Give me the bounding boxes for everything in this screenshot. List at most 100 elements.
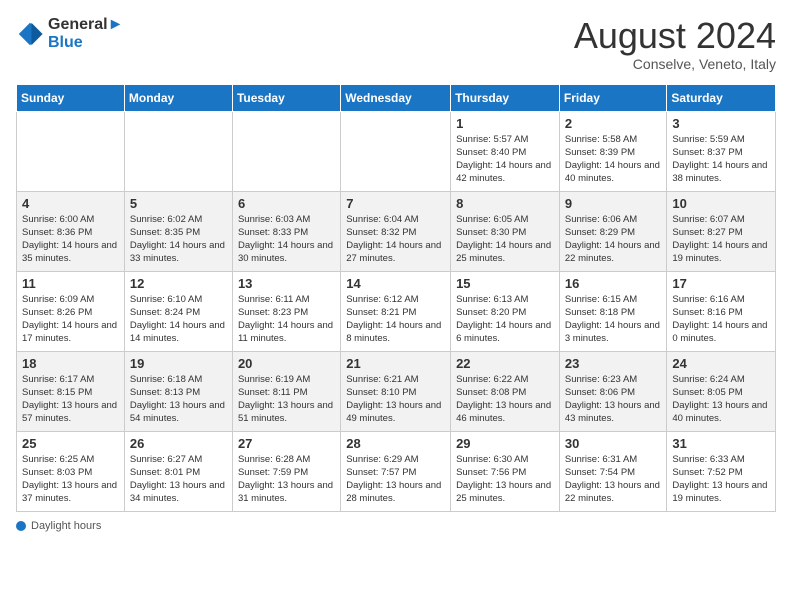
day-info: Sunrise: 6:16 AM Sunset: 8:16 PM Dayligh… bbox=[672, 293, 770, 346]
day-info: Sunrise: 5:59 AM Sunset: 8:37 PM Dayligh… bbox=[672, 133, 770, 186]
day-number: 19 bbox=[130, 356, 227, 371]
day-info: Sunrise: 6:23 AM Sunset: 8:06 PM Dayligh… bbox=[565, 373, 662, 426]
day-number: 24 bbox=[672, 356, 770, 371]
day-info: Sunrise: 6:09 AM Sunset: 8:26 PM Dayligh… bbox=[22, 293, 119, 346]
day-info: Sunrise: 6:13 AM Sunset: 8:20 PM Dayligh… bbox=[456, 293, 554, 346]
day-info: Sunrise: 6:22 AM Sunset: 8:08 PM Dayligh… bbox=[456, 373, 554, 426]
calendar-cell: 21 Sunrise: 6:21 AM Sunset: 8:10 PM Dayli… bbox=[341, 351, 451, 431]
calendar-cell: 30 Sunrise: 6:31 AM Sunset: 7:54 PM Dayli… bbox=[559, 431, 667, 511]
col-header-wednesday: Wednesday bbox=[341, 84, 451, 111]
logo-text: General► Blue bbox=[48, 16, 123, 52]
calendar-cell: 29 Sunrise: 6:30 AM Sunset: 7:56 PM Dayli… bbox=[451, 431, 560, 511]
day-number: 31 bbox=[672, 436, 770, 451]
calendar-cell: 27 Sunrise: 6:28 AM Sunset: 7:59 PM Dayli… bbox=[232, 431, 340, 511]
day-info: Sunrise: 6:07 AM Sunset: 8:27 PM Dayligh… bbox=[672, 213, 770, 266]
day-number: 12 bbox=[130, 276, 227, 291]
calendar-cell: 31 Sunrise: 6:33 AM Sunset: 7:52 PM Dayli… bbox=[667, 431, 776, 511]
col-header-saturday: Saturday bbox=[667, 84, 776, 111]
calendar-header-row: SundayMondayTuesdayWednesdayThursdayFrid… bbox=[17, 84, 776, 111]
day-info: Sunrise: 6:29 AM Sunset: 7:57 PM Dayligh… bbox=[346, 453, 445, 506]
calendar-cell: 11 Sunrise: 6:09 AM Sunset: 8:26 PM Dayli… bbox=[17, 271, 125, 351]
calendar-week-row: 4 Sunrise: 6:00 AM Sunset: 8:36 PM Daylig… bbox=[17, 191, 776, 271]
day-number: 11 bbox=[22, 276, 119, 291]
calendar-cell: 22 Sunrise: 6:22 AM Sunset: 8:08 PM Dayli… bbox=[451, 351, 560, 431]
day-info: Sunrise: 6:05 AM Sunset: 8:30 PM Dayligh… bbox=[456, 213, 554, 266]
day-number: 3 bbox=[672, 116, 770, 131]
calendar-cell: 5 Sunrise: 6:02 AM Sunset: 8:35 PM Daylig… bbox=[124, 191, 232, 271]
calendar-cell: 6 Sunrise: 6:03 AM Sunset: 8:33 PM Daylig… bbox=[232, 191, 340, 271]
day-info: Sunrise: 5:58 AM Sunset: 8:39 PM Dayligh… bbox=[565, 133, 662, 186]
daylight-label: Daylight hours bbox=[31, 520, 101, 532]
day-number: 30 bbox=[565, 436, 662, 451]
day-number: 14 bbox=[346, 276, 445, 291]
calendar-cell: 2Sunrise: 5:58 AM Sunset: 8:39 PM Daylig… bbox=[559, 111, 667, 191]
col-header-sunday: Sunday bbox=[17, 84, 125, 111]
calendar-cell: 8Sunrise: 6:05 AM Sunset: 8:30 PM Daylig… bbox=[451, 191, 560, 271]
day-info: Sunrise: 6:00 AM Sunset: 8:36 PM Dayligh… bbox=[22, 213, 119, 266]
title-block: August 2024 Conselve, Veneto, Italy bbox=[574, 16, 776, 72]
day-number: 4 bbox=[22, 196, 119, 211]
day-info: Sunrise: 6:31 AM Sunset: 7:54 PM Dayligh… bbox=[565, 453, 662, 506]
col-header-friday: Friday bbox=[559, 84, 667, 111]
day-number: 29 bbox=[456, 436, 554, 451]
calendar-cell: 19 Sunrise: 6:18 AM Sunset: 8:13 PM Dayli… bbox=[124, 351, 232, 431]
day-info: Sunrise: 6:30 AM Sunset: 7:56 PM Dayligh… bbox=[456, 453, 554, 506]
calendar-week-row: 11 Sunrise: 6:09 AM Sunset: 8:26 PM Dayli… bbox=[17, 271, 776, 351]
day-info: Sunrise: 6:33 AM Sunset: 7:52 PM Dayligh… bbox=[672, 453, 770, 506]
col-header-thursday: Thursday bbox=[451, 84, 560, 111]
day-info: Sunrise: 6:06 AM Sunset: 8:29 PM Dayligh… bbox=[565, 213, 662, 266]
logo: General► Blue bbox=[16, 16, 123, 52]
day-info: Sunrise: 6:15 AM Sunset: 8:18 PM Dayligh… bbox=[565, 293, 662, 346]
day-info: Sunrise: 6:27 AM Sunset: 8:01 PM Dayligh… bbox=[130, 453, 227, 506]
calendar-cell: 10 Sunrise: 6:07 AM Sunset: 8:27 PM Dayli… bbox=[667, 191, 776, 271]
calendar-cell: 18Sunrise: 6:17 AM Sunset: 8:15 PM Dayli… bbox=[17, 351, 125, 431]
calendar-week-row: 1Sunrise: 5:57 AM Sunset: 8:40 PM Daylig… bbox=[17, 111, 776, 191]
day-info: Sunrise: 6:24 AM Sunset: 8:05 PM Dayligh… bbox=[672, 373, 770, 426]
calendar-cell: 17Sunrise: 6:16 AM Sunset: 8:16 PM Dayli… bbox=[667, 271, 776, 351]
day-number: 16 bbox=[565, 276, 662, 291]
logo-icon bbox=[16, 20, 44, 48]
day-number: 22 bbox=[456, 356, 554, 371]
day-number: 26 bbox=[130, 436, 227, 451]
calendar-cell: 14Sunrise: 6:12 AM Sunset: 8:21 PM Dayli… bbox=[341, 271, 451, 351]
calendar-cell: 15 Sunrise: 6:13 AM Sunset: 8:20 PM Dayli… bbox=[451, 271, 560, 351]
day-info: Sunrise: 6:04 AM Sunset: 8:32 PM Dayligh… bbox=[346, 213, 445, 266]
day-info: Sunrise: 6:19 AM Sunset: 8:11 PM Dayligh… bbox=[238, 373, 335, 426]
calendar-cell bbox=[232, 111, 340, 191]
calendar-cell: 12Sunrise: 6:10 AM Sunset: 8:24 PM Dayli… bbox=[124, 271, 232, 351]
page-header: General► Blue August 2024 Conselve, Vene… bbox=[16, 16, 776, 72]
day-info: Sunrise: 6:28 AM Sunset: 7:59 PM Dayligh… bbox=[238, 453, 335, 506]
day-info: Sunrise: 6:02 AM Sunset: 8:35 PM Dayligh… bbox=[130, 213, 227, 266]
day-info: Sunrise: 6:18 AM Sunset: 8:13 PM Dayligh… bbox=[130, 373, 227, 426]
day-info: Sunrise: 6:11 AM Sunset: 8:23 PM Dayligh… bbox=[238, 293, 335, 346]
day-number: 5 bbox=[130, 196, 227, 211]
daylight-dot bbox=[16, 521, 26, 531]
day-number: 13 bbox=[238, 276, 335, 291]
day-info: Sunrise: 6:03 AM Sunset: 8:33 PM Dayligh… bbox=[238, 213, 335, 266]
day-number: 20 bbox=[238, 356, 335, 371]
col-header-monday: Monday bbox=[124, 84, 232, 111]
calendar-cell: 20 Sunrise: 6:19 AM Sunset: 8:11 PM Dayli… bbox=[232, 351, 340, 431]
day-info: Sunrise: 6:21 AM Sunset: 8:10 PM Dayligh… bbox=[346, 373, 445, 426]
day-number: 9 bbox=[565, 196, 662, 211]
col-header-tuesday: Tuesday bbox=[232, 84, 340, 111]
day-number: 1 bbox=[456, 116, 554, 131]
day-number: 10 bbox=[672, 196, 770, 211]
day-number: 27 bbox=[238, 436, 335, 451]
footer: Daylight hours bbox=[16, 520, 776, 532]
calendar-cell bbox=[124, 111, 232, 191]
day-number: 21 bbox=[346, 356, 445, 371]
calendar-cell: 7 Sunrise: 6:04 AM Sunset: 8:32 PM Daylig… bbox=[341, 191, 451, 271]
calendar-cell: 26 Sunrise: 6:27 AM Sunset: 8:01 PM Dayli… bbox=[124, 431, 232, 511]
location: Conselve, Veneto, Italy bbox=[574, 56, 776, 72]
calendar-cell: 3 Sunrise: 5:59 AM Sunset: 8:37 PM Daylig… bbox=[667, 111, 776, 191]
day-number: 6 bbox=[238, 196, 335, 211]
calendar-cell: 9 Sunrise: 6:06 AM Sunset: 8:29 PM Daylig… bbox=[559, 191, 667, 271]
day-number: 7 bbox=[346, 196, 445, 211]
calendar-cell: 13 Sunrise: 6:11 AM Sunset: 8:23 PM Dayli… bbox=[232, 271, 340, 351]
daylight-legend: Daylight hours bbox=[16, 520, 101, 532]
calendar-cell: 4 Sunrise: 6:00 AM Sunset: 8:36 PM Daylig… bbox=[17, 191, 125, 271]
day-number: 15 bbox=[456, 276, 554, 291]
calendar-table: SundayMondayTuesdayWednesdayThursdayFrid… bbox=[16, 84, 776, 512]
calendar-cell: 23Sunrise: 6:23 AM Sunset: 8:06 PM Dayli… bbox=[559, 351, 667, 431]
